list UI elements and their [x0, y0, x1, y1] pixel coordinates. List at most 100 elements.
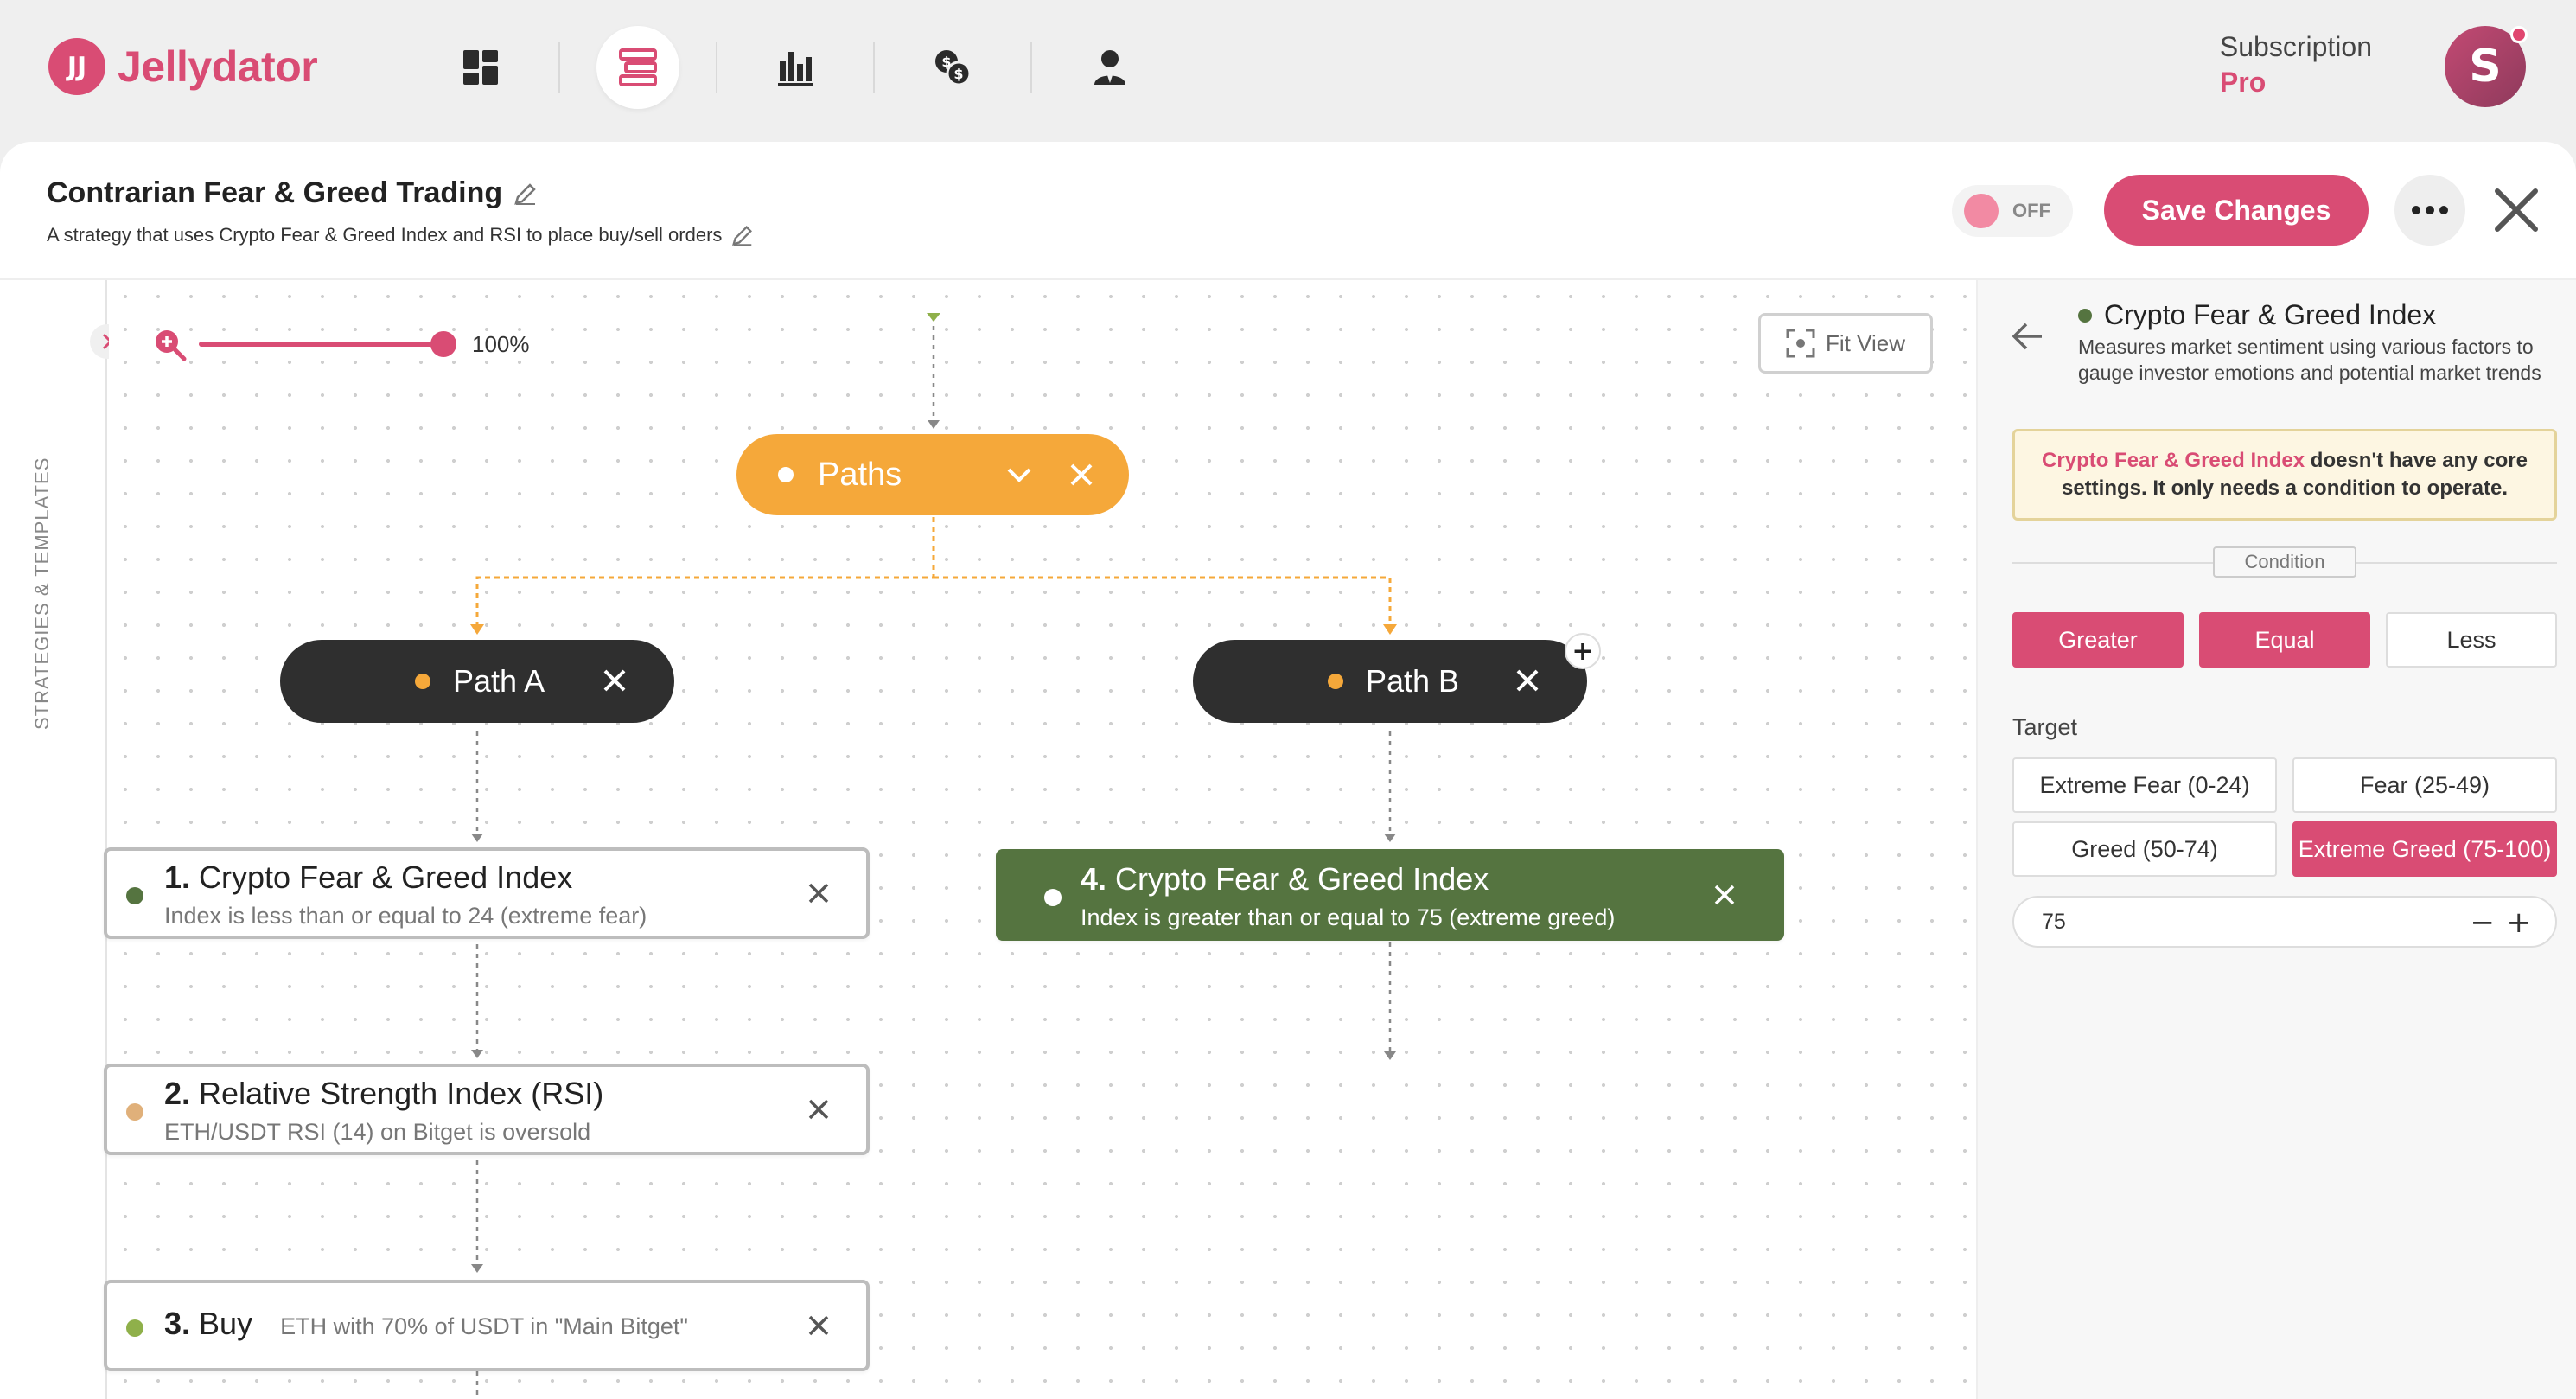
- close-icon: [2495, 188, 2538, 232]
- strategies-templates-rail[interactable]: STRATEGIES & TEMPLATES: [0, 280, 107, 1399]
- close-icon[interactable]: [600, 666, 629, 695]
- close-icon[interactable]: [1513, 666, 1542, 695]
- step-title: 1. Crypto Fear & Greed Index: [164, 859, 572, 896]
- step-subtitle: ETH/USDT RSI (14) on Bitget is oversold: [164, 1119, 591, 1145]
- close-icon[interactable]: [1712, 882, 1738, 908]
- toggle-label: OFF: [2012, 200, 2050, 221]
- strategy-description[interactable]: A strategy that uses Crypto Fear & Greed…: [47, 223, 755, 247]
- node-status-dot: [126, 887, 143, 904]
- notification-dot: [2510, 26, 2528, 43]
- nav-account-button[interactable]: [1068, 26, 1151, 109]
- logo-mark-icon: JJ: [48, 38, 105, 95]
- step-subtitle: ETH with 70% of USDT in "Main Bitget": [280, 1313, 688, 1339]
- step-node-1[interactable]: 1. Crypto Fear & Greed Index Index is le…: [104, 847, 870, 939]
- edit-pencil-icon[interactable]: [513, 181, 539, 207]
- close-icon[interactable]: [806, 1096, 832, 1122]
- nav-separator: [873, 42, 875, 93]
- paths-node[interactable]: Paths: [736, 434, 1129, 515]
- strategy-title[interactable]: Contrarian Fear & Greed Trading: [47, 176, 539, 210]
- node-status-dot: [1328, 674, 1343, 689]
- node-status-dot: [1044, 889, 1062, 906]
- target-value-input[interactable]: 75 − +: [2012, 896, 2557, 948]
- add-path-button[interactable]: +: [1565, 633, 1601, 669]
- svg-text:$: $: [953, 66, 963, 82]
- close-icon[interactable]: [1067, 460, 1096, 489]
- paths-node-label: Paths: [818, 456, 902, 493]
- path-a-node[interactable]: Path A: [280, 640, 674, 723]
- close-icon[interactable]: [806, 880, 832, 906]
- strategy-title-text: Contrarian Fear & Greed Trading: [47, 176, 503, 209]
- subscription-info[interactable]: Subscription Pro: [2220, 31, 2372, 99]
- panel-title-text: Crypto Fear & Greed Index: [2104, 299, 2437, 330]
- target-greed-button[interactable]: Greed (50-74): [2012, 821, 2277, 877]
- subscription-label: Subscription: [2219, 31, 2372, 62]
- node-status-dot: [778, 467, 794, 482]
- path-b-node[interactable]: Path B: [1193, 640, 1587, 723]
- step-title-text: Crypto Fear & Greed Index: [1115, 861, 1489, 897]
- save-changes-button[interactable]: Save Changes: [2104, 175, 2369, 246]
- zoom-slider-handle[interactable]: [430, 331, 456, 357]
- zoom-control: 100%: [152, 327, 530, 361]
- app-name: Jellydator: [118, 42, 318, 91]
- condition-equal-button[interactable]: Equal: [2199, 612, 2370, 668]
- increment-button[interactable]: +: [2507, 908, 2532, 937]
- step-subtitle: Index is greater than or equal to 75 (ex…: [1081, 904, 1616, 930]
- decrement-button[interactable]: −: [2471, 908, 2496, 937]
- step-title: 3. Buy ETH with 70% of USDT in "Main Bit…: [164, 1306, 688, 1342]
- rail-label: STRATEGIES & TEMPLATES: [31, 457, 53, 730]
- editor-header: Contrarian Fear & Greed Trading A strate…: [0, 142, 2576, 280]
- step-node-4[interactable]: 4. Crypto Fear & Greed Index Index is gr…: [996, 849, 1784, 941]
- node-status-dot: [126, 1103, 143, 1121]
- zoom-slider[interactable]: [199, 331, 456, 357]
- notice-highlight: Crypto Fear & Greed Index: [2042, 449, 2305, 472]
- step-node-2[interactable]: 2. Relative Strength Index (RSI) ETH/USD…: [104, 1064, 870, 1155]
- dashboard-icon: [463, 50, 498, 85]
- nav-analytics-button[interactable]: [754, 26, 837, 109]
- fit-view-icon: [1786, 329, 1815, 358]
- target-fear-button[interactable]: Fear (25-49): [2292, 757, 2557, 813]
- strategy-active-toggle[interactable]: OFF: [1952, 185, 2073, 237]
- condition-label: Condition: [2213, 546, 2356, 578]
- fit-view-label: Fit View: [1826, 329, 1905, 356]
- step-number: 1.: [164, 859, 191, 895]
- nav-strategy-builder-button[interactable]: [596, 26, 679, 109]
- step-node-3[interactable]: 3. Buy ETH with 70% of USDT in "Main Bit…: [104, 1280, 870, 1371]
- nav-exchanges-button[interactable]: $ $: [911, 26, 994, 109]
- chart-icon: [778, 52, 813, 86]
- svg-text:$: $: [941, 54, 951, 70]
- back-arrow-icon[interactable]: [2011, 322, 2044, 351]
- step-subtitle: Index is less than or equal to 24 (extre…: [164, 903, 647, 929]
- node-status-dot: [2078, 308, 2092, 323]
- node-status-dot: [126, 1319, 143, 1337]
- toggle-knob: [1964, 194, 1999, 228]
- target-extreme-fear-button[interactable]: Extreme Fear (0-24): [2012, 757, 2277, 813]
- app-logo[interactable]: JJ Jellydator: [48, 38, 318, 95]
- zoom-in-icon[interactable]: [152, 327, 187, 361]
- chevron-down-icon[interactable]: [1004, 460, 1034, 489]
- zoom-level: 100%: [472, 330, 530, 357]
- condition-less-button[interactable]: Less: [2386, 612, 2557, 668]
- fit-view-button[interactable]: Fit View: [1758, 313, 1933, 374]
- panel-description: Measures market sentiment using various …: [2078, 335, 2541, 384]
- edit-pencil-icon[interactable]: [730, 223, 755, 247]
- step-number: 2.: [164, 1076, 191, 1111]
- strategy-builder-icon: [619, 48, 657, 86]
- nav-dashboard-button[interactable]: [439, 26, 522, 109]
- close-editor-button[interactable]: [2488, 182, 2545, 239]
- step-number: 3.: [164, 1306, 191, 1341]
- step-title: 4. Crypto Fear & Greed Index: [1081, 861, 1489, 898]
- top-bar: JJ Jellydator $ $ Subscription Pro S: [0, 0, 2576, 142]
- panel-title: Crypto Fear & Greed Index: [2078, 299, 2436, 331]
- account-icon: [1094, 50, 1125, 85]
- target-extreme-greed-button[interactable]: Extreme Greed (75-100): [2292, 821, 2557, 877]
- more-options-button[interactable]: [2394, 175, 2465, 246]
- condition-greater-button[interactable]: Greater: [2012, 612, 2184, 668]
- step-title: 2. Relative Strength Index (RSI): [164, 1076, 603, 1112]
- path-a-label: Path A: [453, 663, 545, 699]
- close-icon[interactable]: [806, 1313, 832, 1338]
- more-dots-icon: [2412, 206, 2448, 214]
- strategy-description-text: A strategy that uses Crypto Fear & Greed…: [47, 224, 723, 246]
- target-value: 75: [2042, 909, 2066, 934]
- node-status-dot: [415, 674, 430, 689]
- nav-separator: [716, 42, 717, 93]
